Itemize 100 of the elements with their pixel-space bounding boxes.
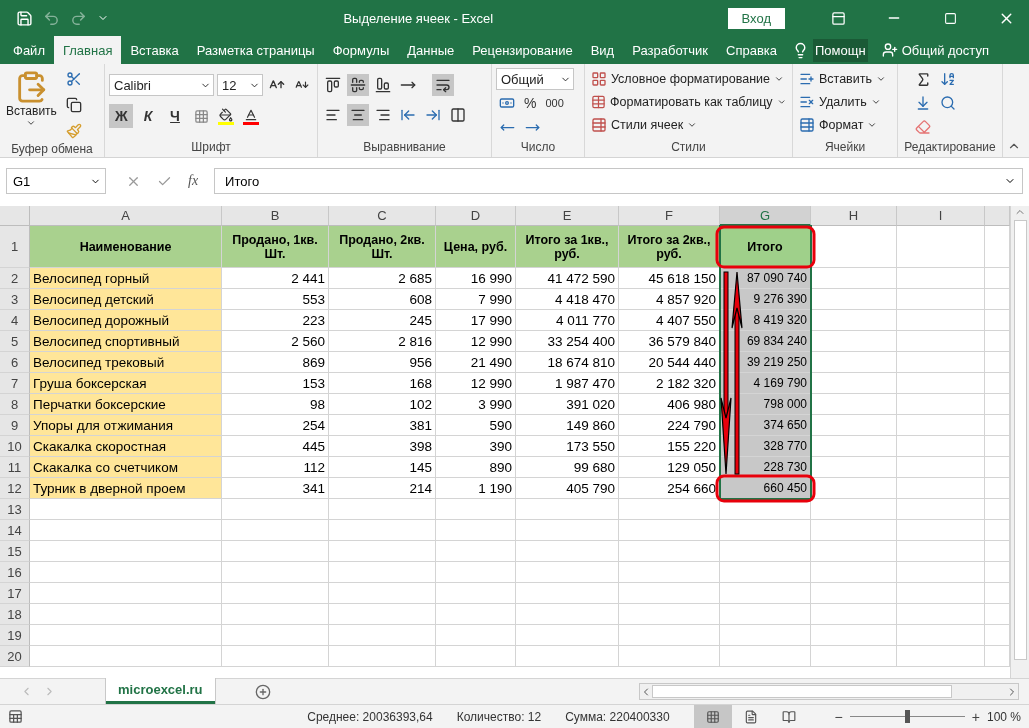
- vertical-align-icon[interactable]: [347, 74, 369, 96]
- column-header[interactable]: C: [329, 206, 436, 226]
- zoom-out-button[interactable]: −: [831, 708, 846, 725]
- row-number: 10: [0, 436, 30, 457]
- row-number: 2: [0, 268, 30, 289]
- sign-in-button[interactable]: Вход: [727, 7, 785, 29]
- table-cell: Велосипед детский: [30, 289, 222, 310]
- row-number: 16: [0, 562, 30, 583]
- vertical-scrollbar[interactable]: [1010, 206, 1029, 678]
- cells-menu-button[interactable]: Вставить: [797, 68, 893, 90]
- table-cell: 223: [222, 310, 329, 331]
- table-cell: 391 020: [516, 394, 619, 415]
- ribbon-tab[interactable]: Рецензирование: [463, 36, 582, 64]
- font-style-button[interactable]: Ч: [163, 104, 187, 128]
- ribbon-tab[interactable]: Справка: [717, 36, 786, 64]
- styles-menu-button[interactable]: Форматировать как таблицу: [589, 91, 788, 113]
- sheet-tab[interactable]: microexcel.ru: [106, 678, 215, 704]
- column-header[interactable]: A: [30, 206, 222, 226]
- caret-icon: [687, 120, 698, 130]
- ribbon-tab[interactable]: Разработчик: [623, 36, 717, 64]
- name-box[interactable]: G1: [6, 168, 106, 194]
- share-button[interactable]: Общий доступ: [875, 36, 995, 64]
- ribbon-tab[interactable]: Данные: [398, 36, 464, 64]
- table-cell: 4 011 770: [516, 310, 619, 331]
- table-cell: 608: [329, 289, 436, 310]
- font-size-field[interactable]: 12: [216, 74, 263, 96]
- column-header[interactable]: I: [897, 206, 985, 226]
- add-sheet-icon[interactable]: [254, 683, 271, 700]
- ribbon-tab[interactable]: Вставка: [121, 36, 188, 64]
- horizontal-scrollbar[interactable]: [639, 683, 1019, 700]
- view-icon: [781, 709, 796, 724]
- column-header[interactable]: E: [516, 206, 619, 226]
- cells-menu-button[interactable]: Формат: [797, 114, 893, 136]
- ribbon-tab[interactable]: Файл: [4, 36, 54, 64]
- caret-icon: [774, 74, 785, 84]
- column-header[interactable]: D: [436, 206, 516, 226]
- table-cell: 341: [222, 478, 329, 499]
- view-mode-button[interactable]: [693, 705, 732, 728]
- row-number: 20: [0, 646, 30, 667]
- table-cell: 2 816: [329, 331, 436, 352]
- table-cell: Велосипед дорожный: [30, 310, 222, 331]
- ribbon-tab[interactable]: Главная: [53, 36, 122, 64]
- table-cell: Груша боксерская: [30, 373, 222, 394]
- header-cell: Наименование: [30, 226, 222, 268]
- row-number: 12: [0, 478, 30, 499]
- caret-icon: [26, 118, 37, 128]
- styles-menu-button[interactable]: Условное форматирование: [589, 68, 788, 90]
- insert-function-button[interactable]: fx: [178, 173, 209, 189]
- table-cell: Турник в дверной проем: [30, 478, 222, 499]
- table-cell: 1 190: [436, 478, 516, 499]
- ribbon-tab[interactable]: Вид: [581, 36, 624, 64]
- paste-button[interactable]: Вставить: [4, 68, 59, 142]
- group-label: Буфер обмена: [10, 142, 94, 158]
- tell-me-field[interactable]: Помощн: [813, 38, 868, 62]
- percent-button[interactable]: %: [521, 92, 540, 114]
- table-cell: 17 990: [436, 310, 516, 331]
- ribbon-tab[interactable]: Разметка страницы: [187, 36, 324, 64]
- formula-field[interactable]: Итого: [214, 168, 1023, 194]
- group-label: Число: [519, 140, 557, 156]
- table-cell: 405 790: [516, 478, 619, 499]
- font-style-button[interactable]: Ж: [109, 104, 133, 128]
- table-cell: Упоры для отжимания: [30, 415, 222, 436]
- column-header[interactable]: G: [720, 206, 811, 226]
- table-cell: 102: [329, 394, 436, 415]
- macro-recording-icon[interactable]: [8, 709, 23, 724]
- column-header[interactable]: B: [222, 206, 329, 226]
- caret-icon: [867, 120, 878, 130]
- zoom-in-button[interactable]: +: [968, 708, 983, 725]
- fill-color-icon[interactable]: [215, 105, 237, 127]
- font-style-button[interactable]: К: [136, 104, 160, 128]
- table-cell: 390: [436, 436, 516, 457]
- table-cell: 956: [329, 352, 436, 373]
- wrap-text-icon[interactable]: [432, 74, 454, 96]
- row-number: 17: [0, 583, 30, 604]
- number-format-field[interactable]: Общий: [496, 68, 574, 90]
- column-header[interactable]: H: [811, 206, 897, 226]
- table-cell: 890: [436, 457, 516, 478]
- table-cell: 398: [329, 436, 436, 457]
- table-cell: 254: [222, 415, 329, 436]
- table-cell: 869: [222, 352, 329, 373]
- thousands-button[interactable]: 000: [542, 92, 567, 114]
- styles-menu-button[interactable]: Стили ячеек: [589, 114, 788, 136]
- zoom-slider-thumb[interactable]: [905, 710, 911, 723]
- table-cell: Перчатки боксерские: [30, 394, 222, 415]
- row-number: 8: [0, 394, 30, 415]
- zoom-level: 100 %: [986, 709, 1021, 724]
- header-cell: Продано, 1кв. Шт.: [222, 226, 329, 268]
- caret-icon: [776, 97, 786, 107]
- column-header[interactable]: F: [619, 206, 720, 226]
- cells-menu-button[interactable]: Удалить: [797, 91, 893, 113]
- group-label: Редактирование: [903, 140, 997, 156]
- horizontal-align-icon[interactable]: [347, 104, 369, 126]
- font-name-field[interactable]: Calibri: [109, 74, 214, 96]
- row-number: 7: [0, 373, 30, 394]
- table-cell: Велосипед горный: [30, 268, 222, 289]
- table-cell: 98: [222, 394, 329, 415]
- row-number: 5: [0, 331, 30, 352]
- ribbon-tab[interactable]: Формулы: [323, 36, 399, 64]
- save-icon[interactable]: [16, 9, 33, 27]
- table-cell: 112: [222, 457, 329, 478]
